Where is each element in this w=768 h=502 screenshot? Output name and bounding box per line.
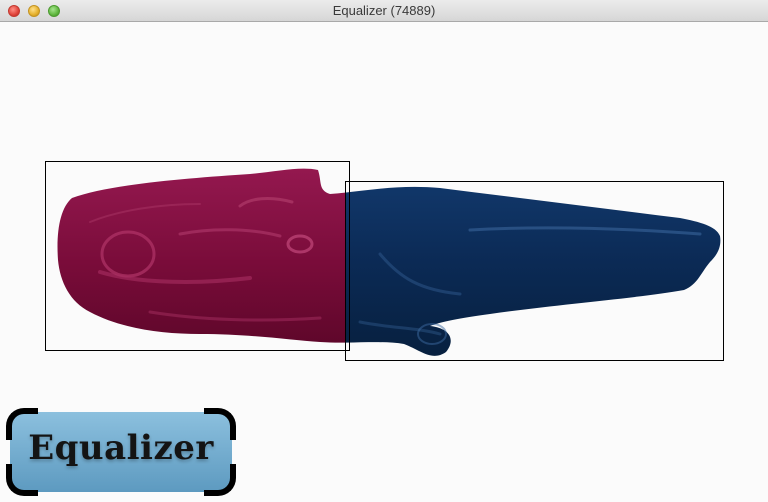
equalizer-logo: Equalizer <box>6 408 236 496</box>
window-title: Equalizer (74889) <box>332 3 436 18</box>
bracket-bottom-right <box>204 464 236 496</box>
app-window: Equalizer (74889) Equalizer <box>0 0 768 502</box>
logo-text: Equalizer <box>28 428 214 468</box>
bracket-bottom-left <box>6 464 38 496</box>
title-bar[interactable]: Equalizer (74889) <box>0 0 768 22</box>
render-viewport[interactable]: Equalizer <box>0 22 768 502</box>
